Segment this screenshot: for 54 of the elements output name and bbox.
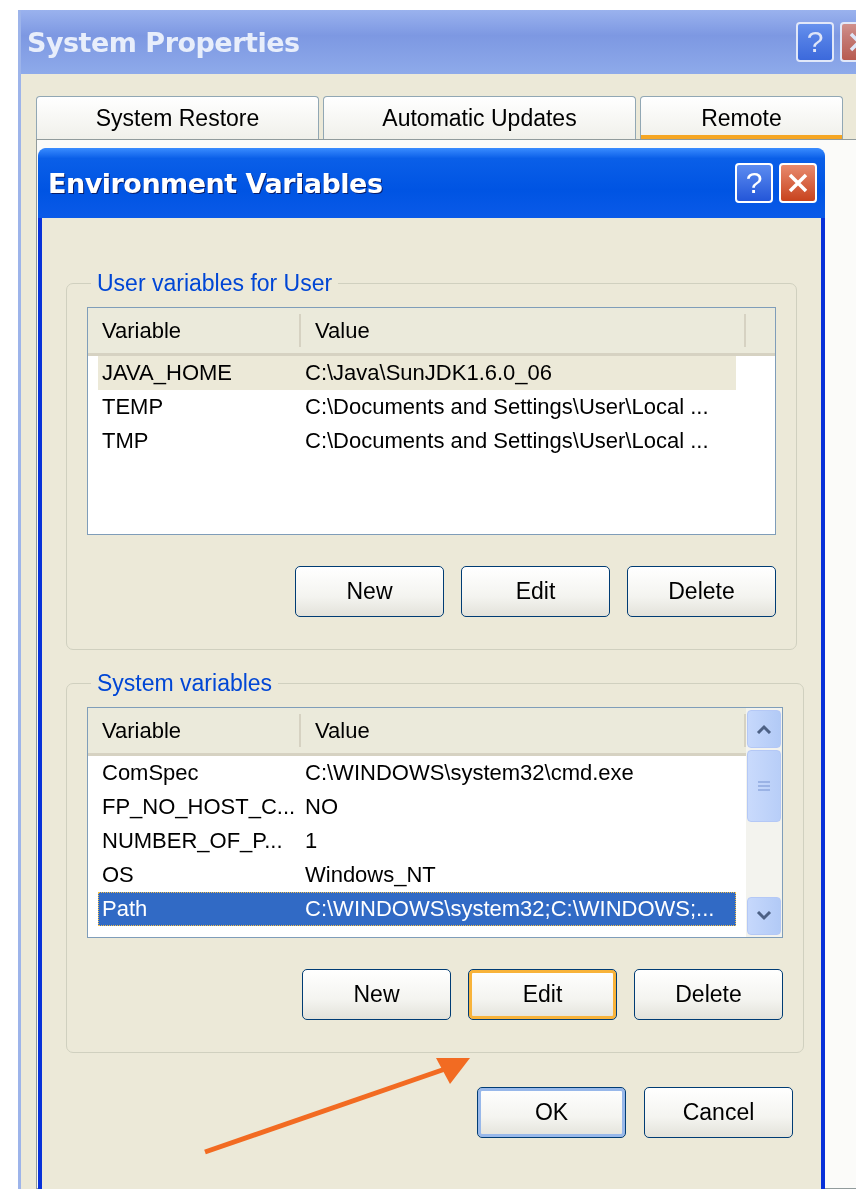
close-icon — [787, 172, 809, 194]
list-row[interactable]: JAVA_HOME C:\Java\SunJDK1.6.0_06 — [98, 356, 736, 390]
tab[interactable]: Automatic Updates — [323, 96, 636, 139]
window-title: System Properties — [27, 26, 301, 58]
tab[interactable]: System Restore — [36, 96, 319, 139]
action-button[interactable]: Delete — [627, 566, 776, 617]
variable-value: C:\Documents and Settings\User\Local ... — [304, 394, 710, 420]
dialog-button[interactable]: Cancel — [644, 1087, 793, 1138]
variable-value: 1 — [304, 828, 319, 854]
variable-value: C:\Documents and Settings\User\Local ... — [304, 428, 710, 454]
column-header[interactable]: Value — [301, 314, 746, 347]
action-button[interactable]: Delete — [634, 969, 783, 1020]
variable-value: C:\WINDOWS\system32\cmd.exe — [304, 760, 635, 786]
variable-name: Path — [101, 896, 149, 922]
action-button[interactable]: New — [295, 566, 444, 617]
chevron-up-icon — [756, 724, 772, 734]
column-header[interactable]: Variable — [88, 314, 301, 347]
grip-icon — [757, 780, 771, 792]
list-row[interactable]: TEMP C:\Documents and Settings\User\Local ... — [98, 390, 736, 424]
action-button[interactable]: New — [302, 969, 451, 1020]
tab[interactable]: Remote — [640, 96, 843, 139]
list-row[interactable]: NUMBER_OF_P... 1 — [98, 824, 736, 858]
list-row[interactable]: ComSpec C:\WINDOWS\system32\cmd.exe — [98, 756, 736, 790]
action-button[interactable]: Edit — [468, 969, 617, 1020]
list-row[interactable]: OS Windows_NT — [98, 858, 736, 892]
help-button[interactable]: ? — [735, 163, 773, 203]
group-label: User variables for User — [96, 270, 334, 297]
variable-name: JAVA_HOME — [101, 360, 233, 386]
column-header[interactable]: Variable — [88, 714, 301, 747]
chevron-down-icon — [756, 911, 772, 921]
variable-name: TEMP — [101, 394, 165, 420]
group-label: System variables — [96, 670, 274, 697]
scroll-down-button[interactable] — [747, 897, 781, 935]
variable-name: TMP — [101, 428, 150, 454]
variable-name: FP_NO_HOST_C... — [101, 794, 297, 820]
scroll-up-button[interactable] — [747, 710, 781, 748]
variable-name: OS — [101, 862, 135, 888]
variable-name: NUMBER_OF_P... — [101, 828, 284, 854]
list-row[interactable]: Path C:\WINDOWS\system32;C:\WINDOWS;... — [98, 892, 736, 926]
list-row[interactable]: TMP C:\Documents and Settings\User\Local ... — [98, 424, 736, 458]
variable-name: ComSpec — [101, 760, 200, 786]
variables-list[interactable]: Variable Value JAVA_HOME C:\Java\SunJDK1.6.0_06 TEMP C:\Documents and Settings\User\Local ... TMP C:\Documents and Settings\User\Local ... — [87, 307, 776, 535]
variable-value: C:\WINDOWS\system32;C:\WINDOWS;... — [304, 896, 716, 922]
variables-list[interactable]: Variable Value ComSpec C:\WINDOWS\system32\cmd.exe FP_NO_HOST_C... NO NUMBER_OF_P... 1 OS Windows_NT Path C:\WINDOWS\system32;C:\WINDOWS;... — [87, 707, 783, 938]
scroll-thumb[interactable] — [747, 750, 781, 822]
dialog-button[interactable]: OK — [477, 1087, 626, 1138]
variable-value: Windows_NT — [304, 862, 437, 888]
list-row[interactable]: FP_NO_HOST_C... NO — [98, 790, 736, 824]
close-button[interactable] — [779, 163, 817, 203]
dialog-title: Environment Variables — [48, 167, 384, 199]
variable-value: NO — [304, 794, 339, 820]
action-button[interactable]: Edit — [461, 566, 610, 617]
scrollbar[interactable] — [746, 708, 782, 937]
variable-value: C:\Java\SunJDK1.6.0_06 — [304, 360, 554, 386]
